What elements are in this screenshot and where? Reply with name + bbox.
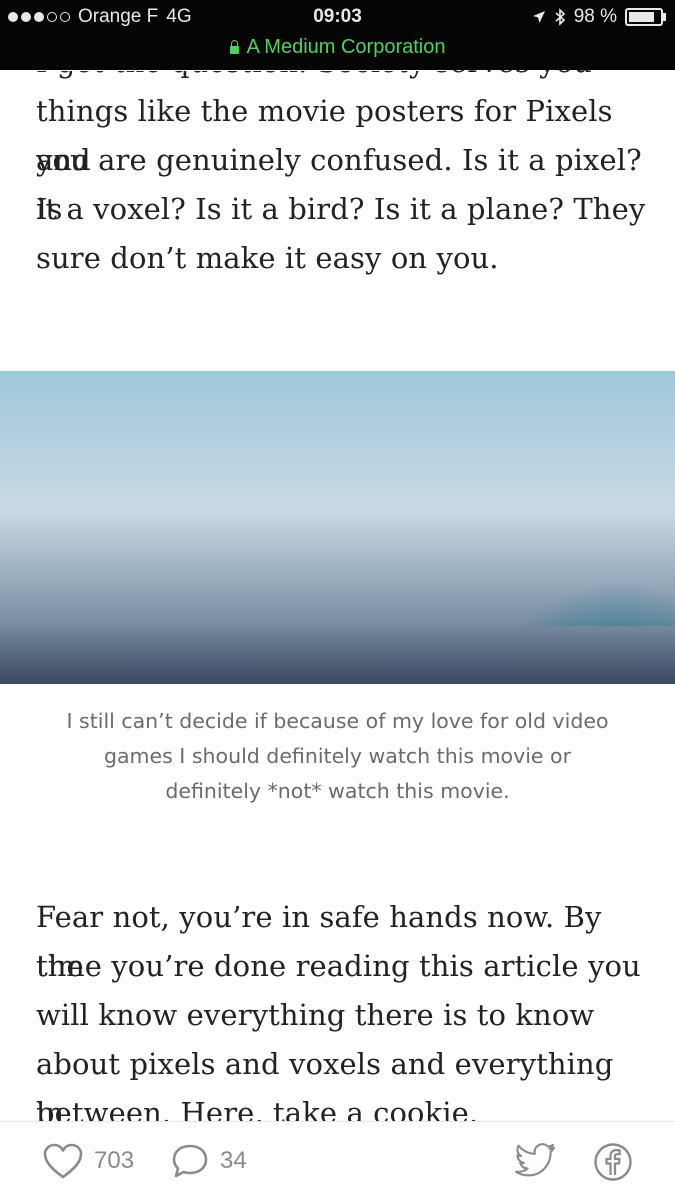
share-twitter-button[interactable] xyxy=(515,1142,557,1178)
location-arrow-icon xyxy=(532,11,545,23)
paragraph-line: time you’re done reading this article yo… xyxy=(36,949,641,983)
lock-icon xyxy=(229,40,239,54)
responses-count: 34 xyxy=(220,1147,247,1174)
article-hero-image[interactable] xyxy=(0,371,675,684)
recommend-button[interactable]: 703 xyxy=(42,1142,134,1180)
caption-line: I still can’t decide if because of my lo… xyxy=(66,709,609,733)
battery-icon xyxy=(625,8,666,26)
paragraph-line: it a voxel? Is it a bird? Is it a plane?… xyxy=(36,192,646,226)
status-bar: Orange F 4G 09:03 98 % A Medium Corporat… xyxy=(0,0,675,70)
paragraph-line: sure don’t make it easy on you. xyxy=(36,241,499,275)
article-action-bar: 703 34 xyxy=(0,1121,675,1201)
recommend-count: 703 xyxy=(94,1147,135,1174)
site-name: A Medium Corporation xyxy=(246,36,446,58)
status-indicators: 98 % xyxy=(532,6,666,28)
caption-line: definitely *not* watch this movie. xyxy=(165,779,510,803)
battery-percentage: 98 % xyxy=(573,6,617,27)
facebook-icon xyxy=(594,1143,632,1181)
bluetooth-icon xyxy=(555,8,565,26)
speech-bubble-icon xyxy=(172,1144,208,1178)
site-identity[interactable]: A Medium Corporation xyxy=(0,36,675,59)
caption-line: games I should definitely watch this mov… xyxy=(103,744,572,768)
twitter-icon xyxy=(515,1143,556,1177)
share-facebook-button[interactable] xyxy=(593,1142,633,1182)
responses-button[interactable]: 34 xyxy=(170,1142,247,1180)
paragraph-line: will know everything there is to know xyxy=(36,998,595,1032)
heart-icon xyxy=(43,1143,83,1179)
